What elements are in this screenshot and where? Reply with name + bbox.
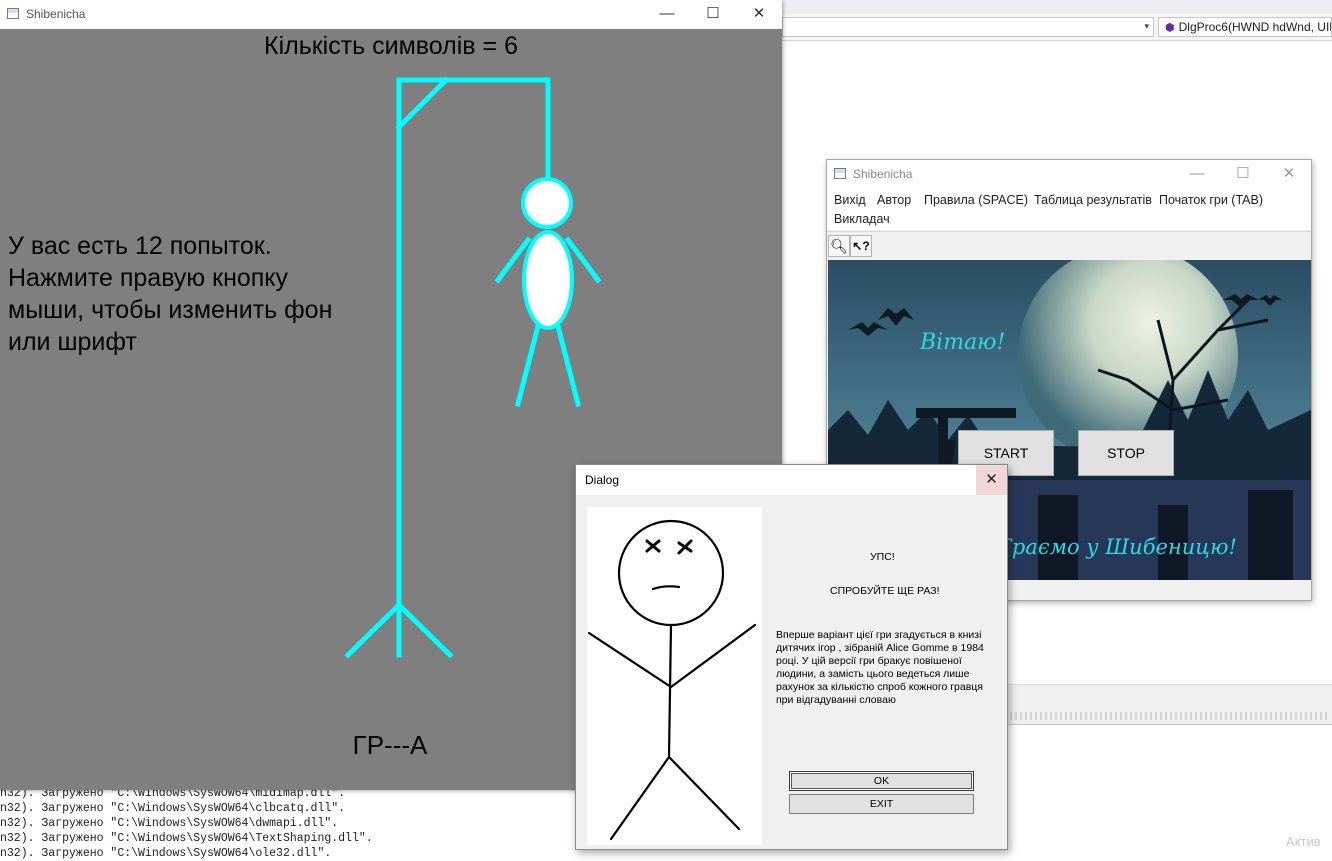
symbol-count: Кількість символів = 6 <box>264 32 518 60</box>
minimize-icon: — <box>1189 165 1205 182</box>
play-caption: Граємо у Шибеницю! <box>998 535 1237 559</box>
menu-bar: Вихід Автор Правила (SPACE) Таблица резу… <box>827 190 1311 230</box>
dialog-window: Dialog ✕ УПС! СПРОБУЙТЕ ЩЕ РАЗ! Вперше в… <box>575 464 1008 850</box>
chevron-down-icon: ▾ <box>1144 21 1149 31</box>
ide-function-combo[interactable]: ⬢ DlgProc6(HWND hdWnd, UIN <box>1158 17 1332 37</box>
help-button[interactable]: ↖? <box>850 235 872 257</box>
activation-watermark: Актив <box>1286 834 1321 849</box>
description-text: Вперше варіант цієї гри згадується в кни… <box>776 629 984 706</box>
body <box>522 230 574 330</box>
menu-item-teacher[interactable]: Викладач <box>834 212 890 226</box>
close-icon: ✕ <box>1282 165 1296 182</box>
menu-item-author[interactable]: Автор <box>877 193 911 207</box>
menu-item-rules[interactable]: Правила (SPACE) <box>924 193 1028 207</box>
hint-line: или шрифт <box>8 328 137 356</box>
dialog-titlebar[interactable]: Dialog ✕ <box>576 465 1007 495</box>
maximize-button[interactable]: ☐ <box>1220 160 1266 189</box>
ide-panel <box>1000 724 1332 855</box>
dialog-title: Dialog <box>585 473 620 487</box>
ide-grip <box>1010 712 1330 720</box>
left-leg <box>514 322 542 408</box>
close-icon: ✕ <box>985 471 998 488</box>
output-line: n32). Загружено "C:\Windows\SysWOW64\dwm… <box>0 817 339 830</box>
output-panel: n32). Загружено "C:\Windows\SysWOW64\mid… <box>0 786 580 860</box>
menu-item-exit[interactable]: Вихід <box>834 193 866 207</box>
search-button[interactable]: 🔍︎ <box>828 235 850 257</box>
context-help-icon: ↖? <box>852 239 870 253</box>
gallows-base-right <box>395 601 454 659</box>
menu-window-titlebar[interactable]: Shibenicha — ☐ ✕ <box>827 160 1311 190</box>
minimize-button[interactable]: — <box>1174 160 1220 189</box>
head <box>521 177 573 229</box>
stickman-drawing <box>587 519 757 841</box>
exit-button[interactable]: EXIT <box>789 794 974 814</box>
dialog-close-button[interactable]: ✕ <box>976 465 1007 495</box>
try-again-text: СПРОБУЙТЕ ЩЕ РАЗ! <box>830 585 940 597</box>
ups-text: УПС! <box>870 551 895 563</box>
menu-item-results[interactable]: Таблица результатів <box>1034 193 1152 207</box>
hint-line: Нажмите правую кнопку <box>8 264 289 292</box>
hint-line: мыши, чтобы изменить фон <box>8 296 333 324</box>
stickman-picture <box>587 507 762 845</box>
stop-button[interactable]: STOP <box>1078 430 1174 476</box>
output-line: n32). Загружено "C:\Windows\SysWOW64\clb… <box>0 802 346 815</box>
attempts-hint: У вас есть 12 попыток. Нажмите правую кн… <box>8 230 388 358</box>
ide-scope-combo[interactable]: ▾ <box>782 17 1154 37</box>
ide-top-strip <box>782 0 1332 14</box>
hint-line: У вас есть 12 попыток. <box>8 232 272 260</box>
right-leg <box>554 322 582 408</box>
gallows-brace <box>395 76 450 131</box>
menu-item-start-game[interactable]: Початок гри (TAB) <box>1159 193 1263 207</box>
toolbar: 🔍︎ ↖? <box>827 231 1311 261</box>
output-line: n32). Загружено "C:\Windows\SysWOW64\Tex… <box>0 832 373 845</box>
ide-function-name: DlgProc6(HWND hdWnd, UIN <box>1178 20 1332 34</box>
maximize-icon: ☐ <box>1236 165 1250 182</box>
window-title: Shibenicha <box>853 167 913 181</box>
ok-button[interactable]: OK <box>789 771 974 791</box>
method-icon: ⬢ <box>1165 22 1175 34</box>
close-button[interactable]: ✕ <box>1266 160 1312 189</box>
app-icon <box>834 168 846 179</box>
gallows-base-left <box>344 601 403 659</box>
guessed-word: ГР---А <box>352 730 428 760</box>
magnifier-icon: 🔍︎ <box>830 238 848 254</box>
greeting-text: Вітаю! <box>920 330 1006 355</box>
